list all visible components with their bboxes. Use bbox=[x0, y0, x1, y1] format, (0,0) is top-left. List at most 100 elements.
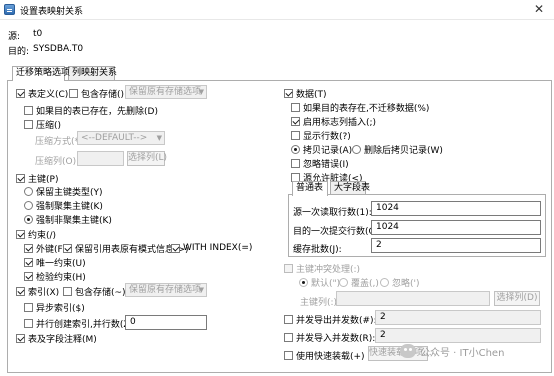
subtab-normal-table[interactable]: 普通表 bbox=[292, 181, 328, 196]
chevron-down-icon: ▼ bbox=[156, 134, 162, 142]
conflict-overwrite-label: 覆盖(,) bbox=[351, 278, 379, 289]
fast-load-checkbox[interactable]: 使用快速装载(+) bbox=[284, 349, 365, 362]
include-storage-label: 包含存储() bbox=[81, 89, 125, 100]
drop-if-exists-checkbox[interactable]: 如果目的表已存在，先删除(D) bbox=[24, 104, 158, 117]
include-storage-checkbox[interactable]: 包含存储() bbox=[69, 87, 125, 100]
copy-records-radio[interactable]: 拷贝记录(A) bbox=[291, 143, 352, 156]
title-bar: 设置表映射关系 ✕ bbox=[0, 0, 554, 20]
table-def-checkbox[interactable]: 表定义(C) bbox=[16, 87, 68, 100]
checkbox-box bbox=[63, 286, 72, 296]
parallel-index-checkbox[interactable]: 并行创建索引,并行数(Z): bbox=[24, 317, 137, 330]
compress-method-select[interactable]: <--DEFAULT--> ▼ bbox=[77, 131, 165, 145]
batch-field[interactable]: 2 bbox=[371, 238, 541, 253]
radio-circle bbox=[291, 144, 300, 154]
checkbox-box bbox=[291, 130, 300, 140]
data-checkbox[interactable]: 数据(T) bbox=[284, 87, 327, 100]
concurrent-import-field[interactable]: 2 bbox=[375, 328, 541, 343]
pk-force-clustered-radio[interactable]: 强制聚集主键(K) bbox=[24, 199, 103, 212]
chevron-down-icon: ▼ bbox=[198, 88, 204, 96]
pk-keep-type-radio[interactable]: 保留主键类型(Y) bbox=[24, 185, 103, 198]
checkbox-box bbox=[284, 263, 293, 273]
select-pk-cols-button[interactable]: 选择列(D) bbox=[494, 291, 540, 306]
checkbox-box bbox=[24, 119, 33, 129]
pk-cols-label: 主键列(:): bbox=[300, 298, 341, 308]
include-storage2-checkbox[interactable]: 包含存储(~) bbox=[63, 285, 126, 298]
parallel-count-field[interactable]: 0 bbox=[125, 315, 207, 330]
with-index-checkbox[interactable]: WITH INDEX(=) bbox=[171, 242, 252, 254]
async-index-label: 异步索引($) bbox=[36, 303, 85, 314]
watermark-text: 公众号 · IT小Chen bbox=[420, 347, 505, 359]
check-constraint-checkbox[interactable]: 检验约束(H) bbox=[24, 270, 86, 283]
ignore-errors-checkbox[interactable]: 忽略错误(I) bbox=[291, 157, 349, 170]
checkbox-box bbox=[171, 243, 180, 253]
tab-migration-strategy[interactable]: 迁移策略选项 bbox=[12, 66, 70, 81]
parallel-index-label: 并行创建索引,并行数(Z): bbox=[36, 319, 137, 330]
close-button[interactable]: ✕ bbox=[527, 1, 551, 18]
compress-method-value: <--DEFAULT--> bbox=[81, 133, 148, 143]
tab-column-mapping[interactable]: 列映射关系 bbox=[68, 66, 117, 80]
checkbox-box bbox=[16, 286, 25, 296]
checkbox-box bbox=[284, 332, 293, 342]
checkbox-box bbox=[24, 271, 33, 281]
storage-option2-value: 保留原有存储选项 bbox=[129, 285, 202, 295]
checkbox-box bbox=[63, 243, 72, 253]
constraint-label: 约束(/) bbox=[28, 230, 57, 241]
async-index-checkbox[interactable]: 异步索引($) bbox=[24, 301, 85, 314]
window-title: 设置表映射关系 bbox=[20, 7, 84, 17]
keep-ref-schema-checkbox[interactable]: 保留引用表原有模式信息(>) bbox=[63, 242, 189, 255]
pk-force-nonclustered-radio[interactable]: 强制非聚集主键(K) bbox=[24, 213, 112, 226]
pk-conflict-label: 主键冲突处理(:) bbox=[296, 264, 361, 275]
pk-force-nonclustered-label: 强制非聚集主键(K) bbox=[36, 215, 112, 226]
chevron-down-icon: ▼ bbox=[198, 286, 204, 294]
conflict-ignore-radio[interactable]: 忽略(') bbox=[380, 276, 420, 289]
compress-cols-field[interactable] bbox=[77, 151, 124, 166]
constraint-checkbox[interactable]: 约束(/) bbox=[16, 228, 57, 241]
concurrent-export-field[interactable]: 2 bbox=[375, 310, 541, 325]
conflict-default-radio[interactable]: 默认(") bbox=[299, 276, 340, 289]
conflict-overwrite-radio[interactable]: 覆盖(,) bbox=[339, 276, 379, 289]
unique-checkbox[interactable]: 唯一约束(U) bbox=[24, 256, 86, 269]
pk-keep-type-label: 保留主键类型(Y) bbox=[36, 187, 103, 198]
check-constraint-label: 检验约束(H) bbox=[36, 272, 86, 283]
storage-option-value: 保留原有存储选项 bbox=[129, 87, 202, 97]
foreign-key-checkbox[interactable]: 外键(F) bbox=[24, 242, 66, 255]
identity-insert-checkbox[interactable]: 启用标志列插入(;) bbox=[291, 115, 377, 128]
data-label: 数据(T) bbox=[296, 89, 327, 100]
compress-checkbox[interactable]: 压缩() bbox=[24, 118, 61, 131]
radio-circle bbox=[24, 214, 33, 224]
index-checkbox[interactable]: 索引(X) bbox=[16, 285, 59, 298]
checkbox-box bbox=[16, 173, 25, 183]
read-rows-field[interactable]: 1024 bbox=[371, 201, 541, 216]
target-value: SYSDBA.T0 bbox=[33, 44, 84, 54]
pk-conflict-checkbox[interactable]: 主键冲突处理(:) bbox=[284, 262, 361, 275]
radio-circle bbox=[352, 144, 361, 154]
checkbox-box bbox=[24, 257, 33, 267]
checkbox-box bbox=[16, 229, 25, 239]
concurrent-import-checkbox[interactable]: 并发导入并发数(R): bbox=[284, 331, 376, 344]
radio-circle bbox=[339, 277, 348, 287]
storage-option2-select[interactable]: 保留原有存储选项 ▼ bbox=[125, 283, 207, 297]
batch-label: 缓存批数(J): bbox=[293, 245, 342, 255]
subtab-large-field-table[interactable]: 大字段表 bbox=[330, 181, 370, 195]
unique-label: 唯一约束(U) bbox=[36, 258, 86, 269]
comments-label: 表及字段注释(M) bbox=[28, 334, 97, 345]
conflict-ignore-label: 忽略(') bbox=[392, 278, 420, 289]
select-cols-button[interactable]: 选择列(L) bbox=[127, 151, 167, 166]
commit-rows-field[interactable]: 1024 bbox=[371, 220, 541, 235]
delete-then-copy-radio[interactable]: 删除后拷贝记录(W) bbox=[352, 143, 443, 156]
commit-rows-label: 目的一次提交行数(Q): bbox=[293, 227, 383, 237]
show-rows-checkbox[interactable]: 显示行数(?) bbox=[291, 129, 351, 142]
concurrent-export-checkbox[interactable]: 并发导出并发数(#): bbox=[284, 313, 377, 326]
concurrent-import-label: 并发导入并发数(R): bbox=[296, 333, 376, 344]
show-rows-label: 显示行数(?) bbox=[303, 131, 351, 142]
skip-if-exists-checkbox[interactable]: 如果目的表存在,不迁移数据(%) bbox=[291, 101, 429, 114]
app-icon bbox=[4, 4, 15, 15]
comments-checkbox[interactable]: 表及字段注释(M) bbox=[16, 332, 97, 345]
checkbox-box bbox=[291, 116, 300, 126]
delete-then-copy-label: 删除后拷贝记录(W) bbox=[364, 145, 443, 156]
radio-circle bbox=[380, 277, 389, 287]
identity-insert-label: 启用标志列插入(;) bbox=[303, 117, 377, 128]
pk-cols-field[interactable] bbox=[336, 291, 490, 306]
primary-key-checkbox[interactable]: 主键(P) bbox=[16, 172, 58, 185]
storage-option-select[interactable]: 保留原有存储选项 ▼ bbox=[125, 85, 207, 99]
